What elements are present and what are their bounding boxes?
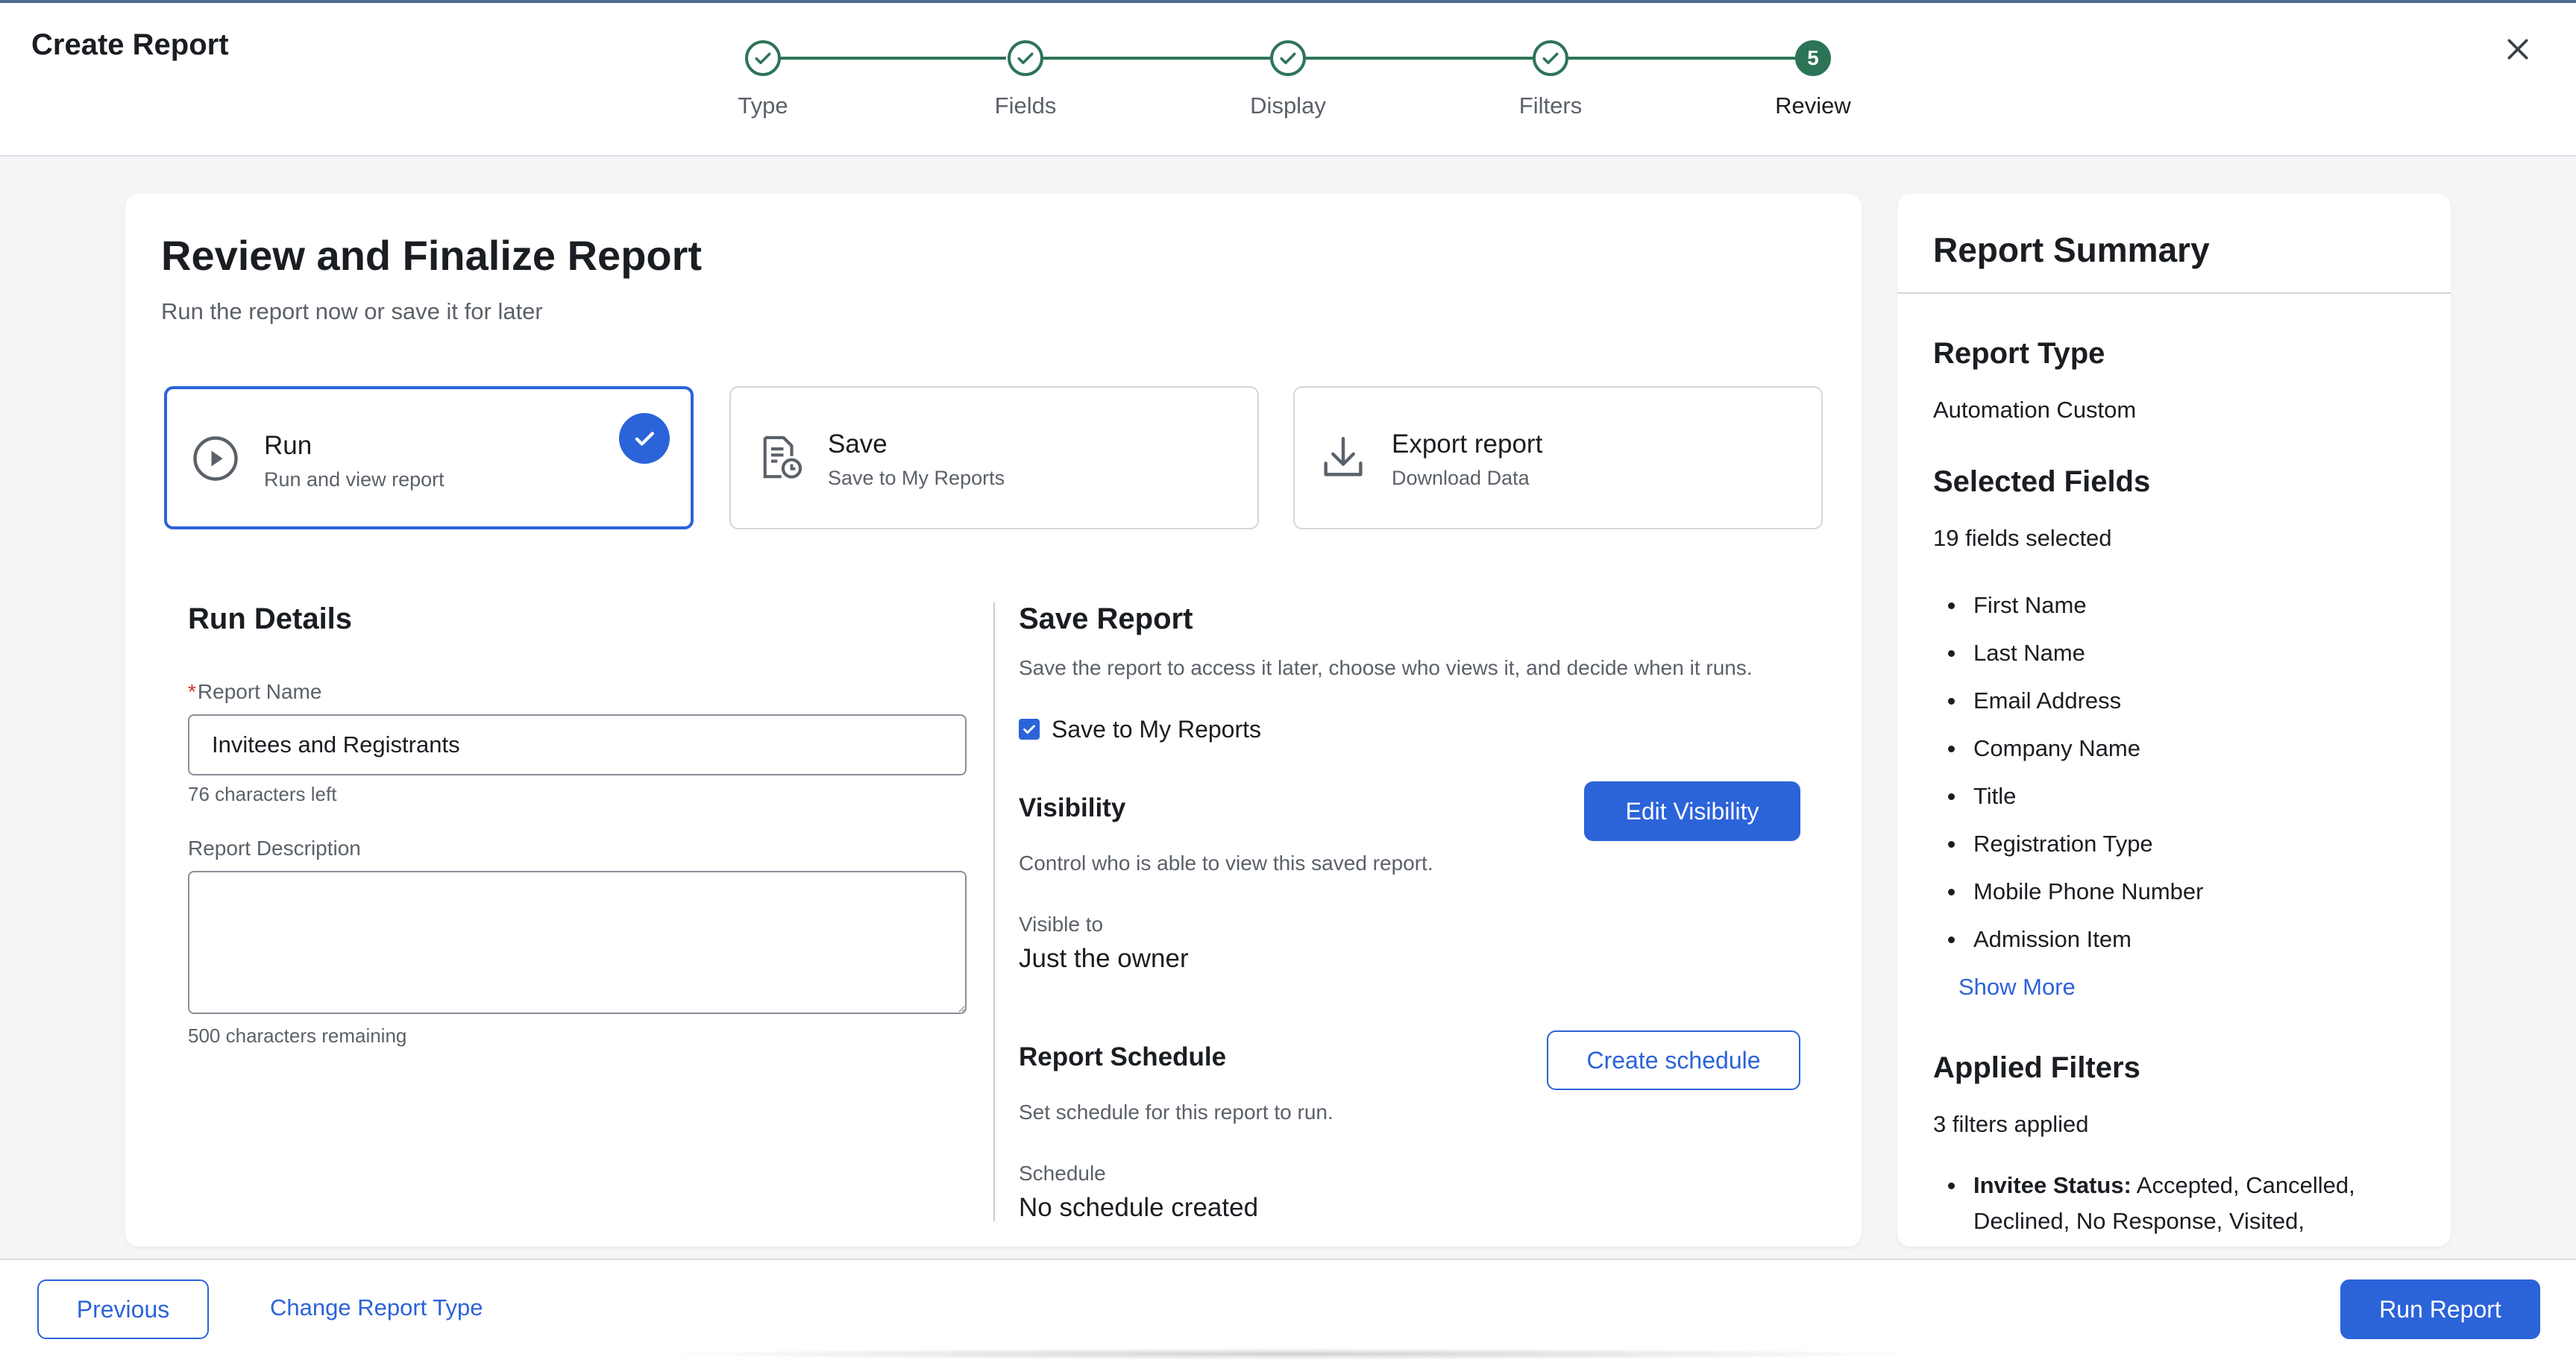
save-report-description: Save the report to access it later, choo… (1019, 656, 1753, 679)
progress-stepper: Type Fields Display Filters 5 Review (0, 3, 2576, 157)
review-title: Review and Finalize Report (161, 232, 703, 279)
check-icon (1533, 40, 1568, 76)
save-to-my-reports-checkbox[interactable] (1019, 719, 1040, 740)
selected-fields-heading: Selected Fields (1933, 465, 2151, 498)
list-item: Mobile Phone Number (1948, 868, 2421, 916)
list-item: Admission Item (1948, 916, 2421, 963)
footer-bar: Previous Change Report Type Run Report (0, 1259, 2576, 1360)
step-number: 5 (1795, 40, 1831, 76)
visibility-title: Visibility (1019, 793, 1126, 822)
list-item: Last Name (1948, 629, 2421, 677)
report-summary-panel: Report Summary Report Type Automation Cu… (1897, 194, 2451, 1247)
previous-button[interactable]: Previous (37, 1279, 209, 1339)
download-icon (1324, 437, 1363, 476)
applied-filters-heading: Applied Filters (1933, 1051, 2140, 1084)
option-export[interactable]: Export report Download Data (1293, 386, 1823, 529)
save-to-my-reports-label[interactable]: Save to My Reports (1052, 716, 1261, 743)
filter-label: Invitee Status: (1973, 1172, 2132, 1198)
schedule-value: No schedule created (1019, 1193, 1259, 1222)
option-title: Save (828, 429, 888, 459)
option-subtitle: Save to My Reports (828, 467, 1005, 489)
report-description-label: Report Description (188, 837, 361, 860)
show-more-link[interactable]: Show More (1958, 974, 2076, 1001)
step-connector (1568, 57, 1795, 60)
summary-title: Report Summary (1933, 230, 2210, 269)
report-type-heading: Report Type (1933, 337, 2105, 370)
report-name-input[interactable] (188, 714, 967, 775)
report-type-value: Automation Custom (1933, 397, 2137, 423)
step-label: Fields (994, 92, 1057, 119)
visible-to-label: Visible to (1019, 913, 1104, 936)
step-type[interactable]: Type (738, 40, 788, 119)
report-name-help: 76 characters left (188, 783, 337, 805)
list-item: Company Name (1948, 725, 2421, 772)
step-label: Type (738, 92, 788, 119)
run-details-title: Run Details (188, 602, 353, 635)
filters-count: 3 filters applied (1933, 1111, 2089, 1137)
create-schedule-button[interactable]: Create schedule (1547, 1030, 1800, 1090)
document-clock-icon (763, 435, 802, 479)
step-label: Review (1775, 92, 1851, 119)
step-label: Filters (1518, 92, 1583, 119)
filter-item: Invitee Status: Accepted, Cancelled, Dec… (1948, 1168, 2421, 1239)
change-report-type-link[interactable]: Change Report Type (270, 1294, 483, 1321)
option-subtitle: Run and view report (264, 468, 444, 491)
review-panel: Review and Finalize Report Run the repor… (125, 194, 1862, 1247)
step-connector (1306, 57, 1533, 60)
option-save[interactable]: Save Save to My Reports (729, 386, 1259, 529)
run-report-button[interactable]: Run Report (2340, 1279, 2540, 1339)
header: Create Report Type Fields Display Filter… (0, 3, 2576, 157)
report-name-label: *Report Name (188, 680, 322, 703)
column-divider (993, 602, 995, 1221)
step-label: Display (1250, 92, 1326, 119)
footer-shadow (641, 1348, 1939, 1360)
fields-count: 19 fields selected (1933, 525, 2112, 551)
checkmark-icon (1023, 725, 1035, 734)
step-connector (1043, 57, 1270, 60)
required-marker: * (188, 680, 196, 703)
check-icon (1270, 40, 1306, 76)
report-description-input[interactable] (188, 871, 967, 1014)
option-subtitle: Download Data (1392, 467, 1530, 489)
step-fields[interactable]: Fields (995, 40, 1056, 119)
step-connector (781, 57, 1006, 60)
save-report-title: Save Report (1019, 602, 1193, 635)
option-title: Export report (1392, 429, 1543, 459)
visibility-description: Control who is able to view this saved r… (1019, 851, 1433, 875)
list-item: Registration Type (1948, 820, 2421, 868)
check-icon (745, 40, 781, 76)
visible-to-value: Just the owner (1019, 944, 1189, 973)
list-item: Email Address (1948, 677, 2421, 725)
step-filters[interactable]: Filters (1519, 40, 1582, 119)
list-item: Title (1948, 772, 2421, 820)
schedule-description: Set schedule for this report to run. (1019, 1101, 1333, 1124)
report-schedule-title: Report Schedule (1019, 1042, 1227, 1071)
selected-check-icon (619, 413, 670, 464)
close-button[interactable] (2503, 34, 2533, 64)
check-icon (1008, 40, 1043, 76)
review-subtitle: Run the report now or save it for later (161, 298, 543, 324)
summary-divider (1897, 292, 2451, 294)
edit-visibility-button[interactable]: Edit Visibility (1584, 781, 1800, 841)
play-circle-icon (193, 436, 238, 481)
list-item: First Name (1948, 582, 2421, 629)
report-description-help: 500 characters remaining (188, 1024, 407, 1047)
option-title: Run (264, 431, 312, 460)
step-review[interactable]: 5 Review (1775, 40, 1851, 119)
schedule-label: Schedule (1019, 1162, 1106, 1185)
step-display[interactable]: Display (1250, 40, 1326, 119)
close-icon (2507, 39, 2528, 60)
selected-fields-list: First Name Last Name Email Address Compa… (1948, 582, 2421, 963)
option-run[interactable]: Run Run and view report (164, 386, 694, 529)
